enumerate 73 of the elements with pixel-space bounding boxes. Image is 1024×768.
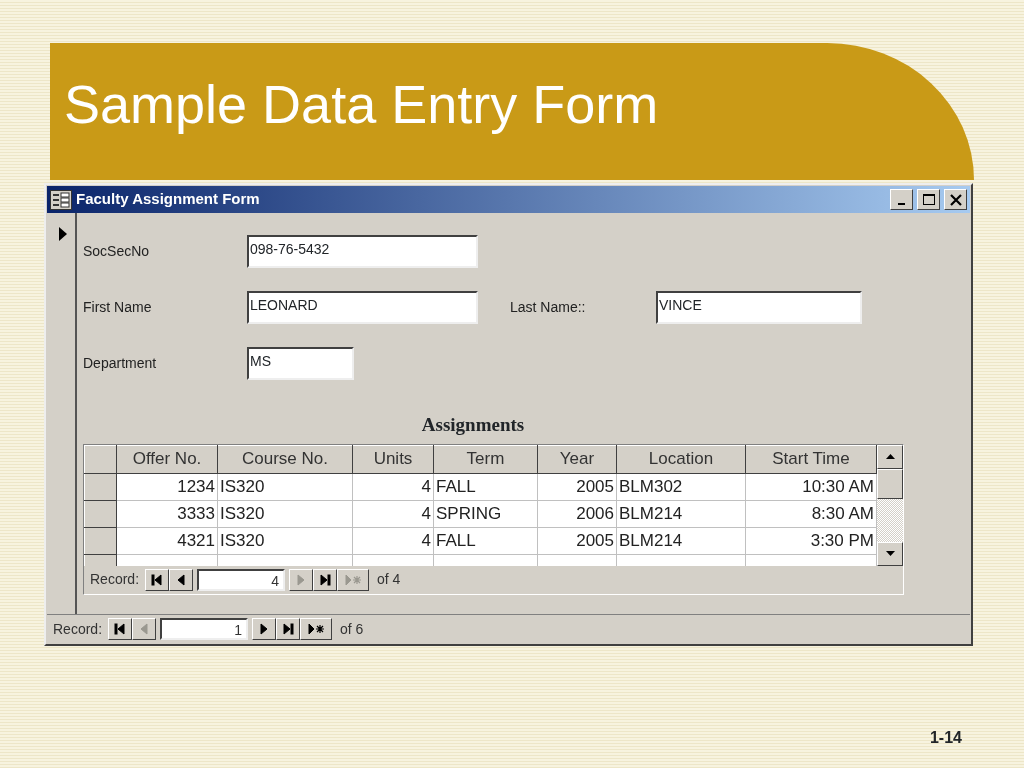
- record-count: of 4: [377, 570, 401, 589]
- column-header[interactable]: Course No.: [217, 445, 353, 473]
- table-cell: 4321: [116, 527, 218, 554]
- maximize-button[interactable]: [917, 189, 940, 210]
- row-selector[interactable]: [84, 527, 117, 554]
- column-header[interactable]: Start Time: [745, 445, 877, 473]
- first-record-button[interactable]: [145, 568, 170, 591]
- minimize-icon: [897, 202, 905, 205]
- field-label: Last Name::: [510, 297, 587, 317]
- table-cell: IS320: [217, 500, 353, 527]
- table-cell: 4: [352, 500, 434, 527]
- vertical-scrollbar[interactable]: [877, 444, 903, 566]
- input-field[interactable]: LEONARD: [247, 290, 478, 324]
- record-label: Record:: [90, 570, 140, 589]
- table-cell: 2005: [537, 527, 617, 554]
- minimize-button[interactable]: [890, 189, 913, 210]
- skip-left-icon: [151, 573, 164, 586]
- skip-left-icon: [114, 623, 127, 635]
- input-field[interactable]: MS: [247, 346, 354, 380]
- form-icon: [50, 187, 72, 212]
- record-label: Record:: [53, 619, 103, 639]
- column-header[interactable]: Offer No.: [116, 445, 218, 473]
- previous-record-button[interactable]: [169, 568, 194, 591]
- table-cell: BLM214: [616, 527, 746, 554]
- table-cell: 2006: [537, 500, 617, 527]
- close-icon: [949, 193, 962, 206]
- table-cell: 4: [352, 527, 434, 554]
- last-record-button[interactable]: [313, 568, 338, 591]
- table-cell: IS320: [217, 527, 353, 554]
- triangle-star-icon: [344, 573, 362, 586]
- row-selector[interactable]: [84, 473, 117, 500]
- triangle-star-icon: [307, 623, 325, 635]
- table-cell: 4: [352, 473, 434, 500]
- table-cell: 10:30 AM: [745, 473, 877, 500]
- new-record-button[interactable]: [300, 618, 333, 640]
- table-cell: 3:30 PM: [745, 527, 877, 554]
- record-count: of 6: [340, 619, 364, 639]
- maximize-icon: [922, 193, 935, 205]
- table-cell: SPRING: [433, 500, 538, 527]
- skip-right-icon: [282, 623, 295, 635]
- row-selector[interactable]: [84, 500, 117, 527]
- column-header[interactable]: Location: [616, 445, 746, 473]
- column-header[interactable]: Term: [433, 445, 538, 473]
- field-label: Department: [83, 353, 158, 373]
- table-cell: FALL: [433, 527, 538, 554]
- record-number-field[interactable]: 4: [197, 568, 286, 591]
- table-cell: BLM302: [616, 473, 746, 500]
- scroll-up-icon[interactable]: [885, 454, 895, 459]
- field-label: SocSecNo: [83, 241, 151, 261]
- record-number-field[interactable]: 1: [160, 618, 249, 640]
- scroll-down-icon[interactable]: [885, 551, 895, 556]
- subform-title: Assignments: [420, 413, 526, 437]
- close-button[interactable]: [944, 189, 967, 210]
- table-cell: 1234: [116, 473, 218, 500]
- table-cell: FALL: [433, 473, 538, 500]
- triangle-left-icon: [138, 623, 151, 635]
- page-number: 1-14: [929, 728, 962, 748]
- table-cell: 3333: [116, 500, 218, 527]
- table-cell: 2005: [537, 473, 617, 500]
- window-title: Faculty Assignment Form: [76, 189, 260, 210]
- skip-right-icon: [319, 573, 332, 586]
- column-header[interactable]: Year: [537, 445, 617, 473]
- field-label: First Name: [83, 297, 153, 317]
- table-cell: 8:30 AM: [745, 500, 877, 527]
- table-cell: BLM214: [616, 500, 746, 527]
- input-field[interactable]: VINCE: [656, 290, 862, 324]
- triangle-left-icon: [175, 573, 188, 586]
- table-cell: IS320: [217, 473, 353, 500]
- last-record-button[interactable]: [276, 618, 301, 640]
- next-record-button[interactable]: [252, 618, 277, 640]
- first-record-button[interactable]: [108, 618, 133, 640]
- input-field[interactable]: 098-76-5432: [247, 234, 478, 268]
- column-header[interactable]: Units: [352, 445, 434, 473]
